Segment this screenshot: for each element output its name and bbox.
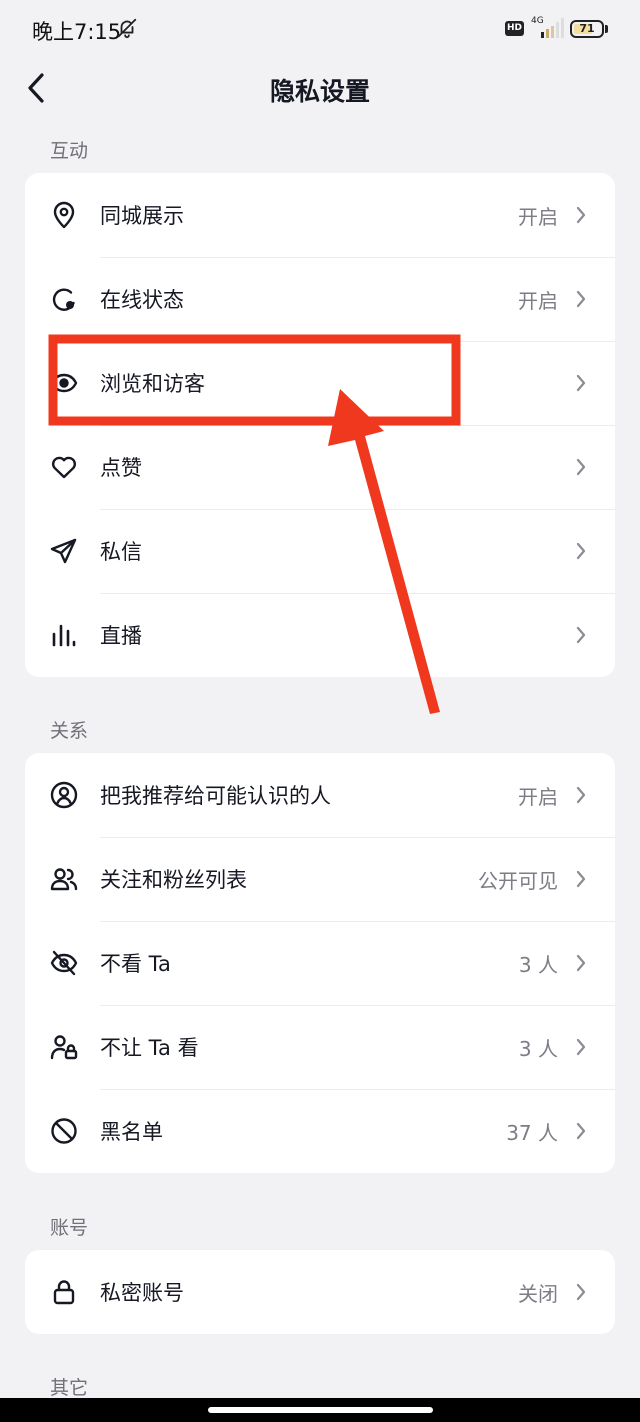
paper-plane-icon (50, 538, 77, 564)
row-value: 开启 (518, 205, 558, 229)
row-recommend-me[interactable]: 把我推荐给可能认识的人 开启 (25, 753, 615, 837)
row-label: 关注和粉丝列表 (100, 868, 247, 892)
row-blacklist[interactable]: 黑名单 37 人 (25, 1089, 615, 1173)
row-online-status[interactable]: 在线状态 开启 (25, 257, 615, 341)
gesture-bar (0, 1398, 640, 1422)
section-label-relations: 关系 (50, 720, 89, 742)
hd-badge: HD (505, 21, 524, 36)
row-likes[interactable]: 点赞 (25, 425, 615, 509)
row-label: 把我推荐给可能认识的人 (100, 784, 331, 808)
online-status-icon (52, 288, 75, 311)
status-time: 晚上7:15 (32, 20, 122, 44)
chevron-right-icon (576, 542, 586, 560)
chevron-right-icon (576, 290, 586, 308)
chevron-right-icon (576, 870, 586, 888)
user-lock-icon (50, 1035, 78, 1060)
chevron-right-icon (576, 206, 586, 224)
chevron-right-icon (576, 458, 586, 476)
home-indicator[interactable] (208, 1407, 433, 1413)
battery-level: 71 (579, 22, 595, 35)
row-nearby-display[interactable]: 同城展示 开启 (25, 173, 615, 257)
row-value: 37 人 (506, 1121, 558, 1145)
user-circle-icon (50, 781, 78, 809)
signal-icon (541, 18, 564, 38)
row-label: 直播 (100, 624, 142, 648)
section-label-interaction: 互动 (50, 140, 89, 162)
chevron-right-icon (576, 1283, 586, 1301)
row-value: 3 人 (518, 953, 558, 977)
row-label: 私信 (100, 540, 142, 564)
row-value: 开启 (518, 289, 558, 313)
row-label: 黑名单 (100, 1120, 163, 1144)
row-hide-their-content[interactable]: 不看 Ta 3 人 (25, 921, 615, 1005)
row-value: 关闭 (518, 1282, 558, 1306)
row-private-account[interactable]: 私密账号 关闭 (25, 1250, 615, 1334)
row-label: 不让 Ta 看 (100, 1036, 199, 1060)
section-label-account: 账号 (50, 1217, 89, 1239)
lock-icon (53, 1280, 75, 1305)
users-icon (50, 868, 78, 891)
chevron-right-icon (576, 1122, 586, 1140)
chevron-right-icon (576, 374, 586, 392)
bell-muted-icon (117, 18, 137, 39)
chevron-right-icon (576, 954, 586, 972)
heart-icon (51, 456, 77, 479)
battery-cap (605, 25, 608, 33)
nav-bar: 隐私设置 (0, 60, 640, 116)
row-label: 私密账号 (100, 1281, 184, 1305)
row-live[interactable]: 直播 (25, 593, 615, 677)
location-pin-icon (53, 201, 75, 229)
card-interaction: 同城展示 开启 在线状态 开启 浏览和访客 点赞 私信 直播 (25, 173, 615, 677)
block-icon (51, 1118, 77, 1144)
row-following-and-fans[interactable]: 关注和粉丝列表 公开可见 (25, 837, 615, 921)
row-direct-messages[interactable]: 私信 (25, 509, 615, 593)
section-label-other: 其它 (50, 1377, 89, 1399)
row-label: 在线状态 (100, 288, 184, 312)
card-account: 私密账号 关闭 (25, 1250, 615, 1334)
row-value: 开启 (518, 785, 558, 809)
eye-off-icon (50, 950, 78, 976)
row-browse-and-visitors[interactable]: 浏览和访客 (25, 341, 615, 425)
chevron-right-icon (576, 786, 586, 804)
card-relations: 把我推荐给可能认识的人 开启 关注和粉丝列表 公开可见 不看 Ta 3 人 不让… (25, 753, 615, 1173)
row-value: 公开可见 (478, 869, 558, 893)
status-bar: 晚上7:15 HD 4G 71 (0, 0, 640, 60)
chevron-right-icon (576, 626, 586, 644)
chevron-right-icon (576, 1038, 586, 1056)
bar-chart-icon (52, 624, 76, 647)
eye-icon (50, 373, 78, 393)
page-title: 隐私设置 (269, 77, 370, 106)
row-value: 3 人 (518, 1037, 558, 1061)
row-label: 同城展示 (100, 204, 184, 228)
row-label: 不看 Ta (100, 952, 171, 976)
row-hide-from-them[interactable]: 不让 Ta 看 3 人 (25, 1005, 615, 1089)
row-label: 浏览和访客 (100, 372, 205, 396)
row-label: 点赞 (100, 456, 142, 480)
battery-icon: 71 (570, 20, 604, 38)
